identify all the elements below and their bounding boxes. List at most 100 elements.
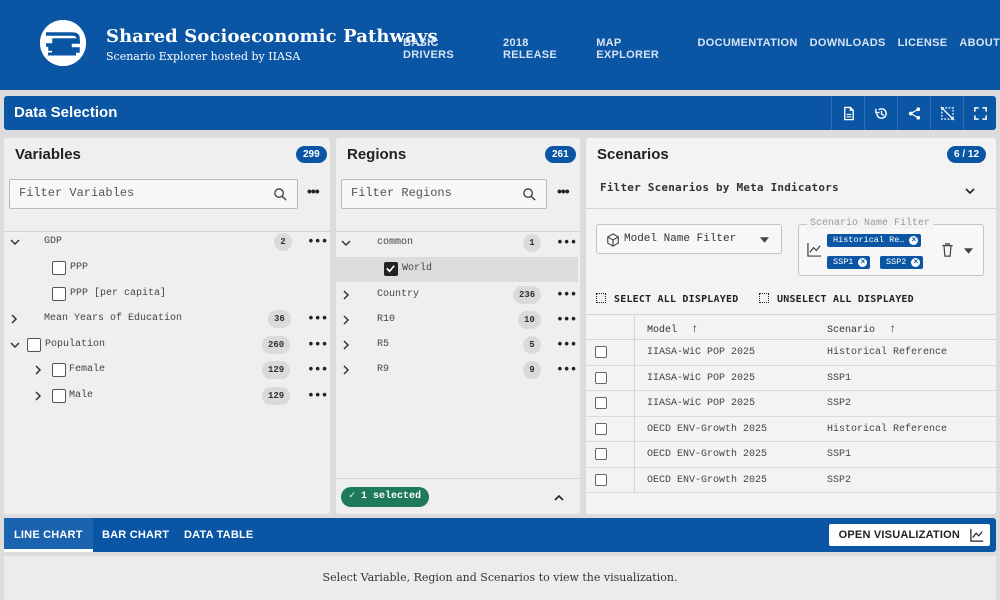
nav-map-explorer[interactable]: MAP EXPLORER xyxy=(596,37,685,61)
tree-item-r10[interactable]: R10 10 ••• xyxy=(336,308,580,333)
scenario-chip[interactable]: Historical Re… × xyxy=(827,234,922,247)
chevron-right-icon[interactable] xyxy=(33,365,43,375)
more-icon[interactable]: ••• xyxy=(556,235,577,250)
column-header-model[interactable]: Model ↑ xyxy=(647,322,698,336)
chevron-down-icon[interactable] xyxy=(341,238,351,248)
checkbox[interactable] xyxy=(52,363,66,377)
more-icon[interactable]: ••• xyxy=(307,388,328,403)
tree-item-male[interactable]: Male 129 ••• xyxy=(4,384,330,409)
chevron-down-icon[interactable] xyxy=(10,237,20,247)
chevron-up-icon[interactable] xyxy=(553,492,565,504)
tree-item-country[interactable]: Country 236 ••• xyxy=(336,283,580,308)
open-visualization-button[interactable]: OPEN VISUALIZATION xyxy=(828,524,990,546)
more-icon[interactable]: ••• xyxy=(307,362,328,377)
nav-2018-release[interactable]: 2018 RELEASE xyxy=(503,37,584,61)
tree-item-r9[interactable]: R9 9 ••• xyxy=(336,358,580,383)
tab-bar-chart[interactable]: BAR CHART xyxy=(102,518,169,552)
remove-chip-icon[interactable]: × xyxy=(911,258,921,267)
chevron-down-icon[interactable] xyxy=(10,340,20,350)
regions-menu-icon[interactable]: ••• xyxy=(557,183,570,199)
nav-downloads[interactable]: DOWNLOADS xyxy=(810,37,886,61)
table-row[interactable]: IIASA-WiC POP 2025 SSP1 xyxy=(586,365,996,391)
history-icon[interactable] xyxy=(864,96,897,130)
fullscreen-icon[interactable] xyxy=(963,96,996,130)
share-icon[interactable] xyxy=(897,96,930,130)
sort-arrow-up-icon[interactable]: ↑ xyxy=(889,322,896,336)
remove-chip-icon[interactable]: × xyxy=(858,258,868,267)
checkbox[interactable] xyxy=(52,389,66,403)
nav-basic-drivers[interactable]: BASIC DRIVERS xyxy=(403,37,491,61)
nav-about[interactable]: ABOUT xyxy=(959,37,1000,61)
row-checkbox[interactable] xyxy=(595,422,607,435)
chevron-right-icon[interactable] xyxy=(341,340,351,350)
chevron-right-icon[interactable] xyxy=(33,391,43,401)
checkbox[interactable] xyxy=(52,261,66,275)
ssp-logo[interactable] xyxy=(40,20,86,66)
more-icon[interactable]: ••• xyxy=(307,311,328,326)
selected-count-pill[interactable]: ✓ 1 selected xyxy=(341,487,430,507)
more-icon[interactable]: ••• xyxy=(307,337,328,352)
nav-documentation[interactable]: DOCUMENTATION xyxy=(698,37,798,61)
table-row[interactable]: OECD ENV-Growth 2025 Historical Reference xyxy=(586,416,996,442)
tab-line-chart[interactable]: LINE CHART xyxy=(4,518,93,552)
more-icon[interactable]: ••• xyxy=(556,312,577,327)
select-off-icon[interactable] xyxy=(930,96,963,130)
nav-license[interactable]: LICENSE xyxy=(898,37,948,61)
column-header-scenario[interactable]: Scenario ↑ xyxy=(827,322,896,336)
tree-item-ppp-per-capita[interactable]: PPP [per capita] xyxy=(4,282,330,307)
unselect-all-displayed-button[interactable]: UNSELECT ALL DISPLAYED xyxy=(759,293,914,305)
variables-filter[interactable] xyxy=(9,179,298,209)
trash-icon[interactable] xyxy=(941,243,954,257)
checkbox-checked[interactable] xyxy=(384,262,398,276)
chevron-right-icon[interactable] xyxy=(341,290,351,300)
tree-item-label: Population xyxy=(45,339,106,350)
checkbox[interactable] xyxy=(52,287,66,301)
row-checkbox[interactable] xyxy=(595,448,607,460)
chevron-down-icon[interactable] xyxy=(964,185,976,197)
more-icon[interactable]: ••• xyxy=(556,287,577,302)
row-checkbox[interactable] xyxy=(595,473,607,486)
regions-filter-input[interactable] xyxy=(351,186,515,200)
table-row[interactable]: IIASA-WiC POP 2025 SSP2 xyxy=(586,391,996,417)
scenario-chip[interactable]: SSP2 × xyxy=(880,256,924,269)
tree-item-r5[interactable]: R5 5 ••• xyxy=(336,333,580,358)
tree-item-mean-years-education[interactable]: Mean Years of Education 36 ••• xyxy=(4,307,330,332)
tree-item-ppp[interactable]: PPP xyxy=(4,256,330,281)
chevron-right-icon[interactable] xyxy=(341,315,351,325)
search-icon[interactable] xyxy=(273,187,288,202)
tree-item-world[interactable]: World xyxy=(336,257,578,282)
select-all-displayed-button[interactable]: SELECT ALL DISPLAYED xyxy=(596,293,738,305)
more-icon[interactable]: ••• xyxy=(556,337,577,352)
table-row[interactable]: OECD ENV-Growth 2025 SSP1 xyxy=(586,442,996,468)
tree-item-female[interactable]: Female 129 ••• xyxy=(4,358,330,383)
table-row[interactable]: OECD ENV-Growth 2025 SSP2 xyxy=(586,467,996,493)
tree-item-gdp[interactable]: GDP 2 ••• xyxy=(4,230,330,255)
regions-filter[interactable] xyxy=(341,179,547,209)
more-icon[interactable]: ••• xyxy=(307,234,328,249)
more-icon[interactable]: ••• xyxy=(556,362,577,377)
checkbox[interactable] xyxy=(27,338,41,352)
variables-filter-input[interactable] xyxy=(19,186,249,200)
app-subtitle: Scenario Explorer hosted by IIASA xyxy=(106,50,301,63)
row-checkbox[interactable] xyxy=(595,371,607,384)
variables-menu-icon[interactable]: ••• xyxy=(307,183,320,199)
caret-down-icon[interactable] xyxy=(760,237,769,243)
scenario-chip[interactable]: SSP1 × xyxy=(827,256,871,269)
scenario-name-filter[interactable]: Scenario Name Filter Historical Re… × SSP… xyxy=(798,218,984,276)
tree-item-common[interactable]: common 1 ••• xyxy=(336,231,580,256)
table-row[interactable]: IIASA-WiC POP 2025 Historical Reference xyxy=(586,340,996,366)
search-icon[interactable] xyxy=(522,187,537,202)
meta-indicator-filter-label[interactable]: Filter Scenarios by Meta Indicators xyxy=(600,181,839,194)
column-divider xyxy=(634,467,635,492)
tab-data-table[interactable]: DATA TABLE xyxy=(184,518,253,552)
sort-arrow-up-icon[interactable]: ↑ xyxy=(691,322,698,336)
chevron-right-icon[interactable] xyxy=(341,365,351,375)
row-checkbox[interactable] xyxy=(595,346,607,358)
caret-down-icon[interactable] xyxy=(964,248,973,254)
chevron-right-icon[interactable] xyxy=(9,314,19,324)
tree-item-population[interactable]: Population 260 ••• xyxy=(4,333,330,358)
remove-chip-icon[interactable]: × xyxy=(909,236,919,245)
row-checkbox[interactable] xyxy=(595,397,607,409)
file-icon[interactable] xyxy=(831,96,864,130)
model-name-filter[interactable]: Model Name Filter xyxy=(596,224,782,254)
